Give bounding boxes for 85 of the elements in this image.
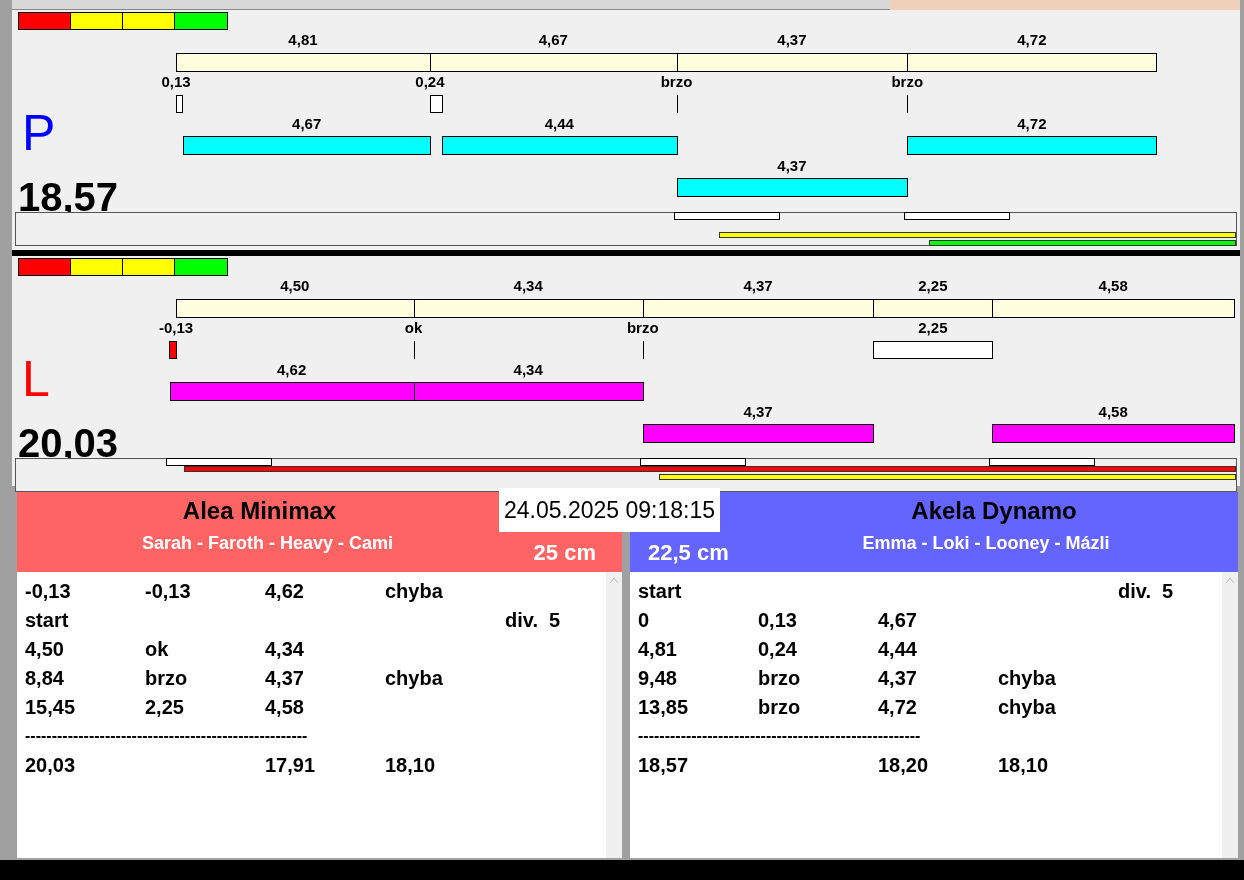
table-cell-text: 4,50 — [25, 636, 65, 662]
table-cell-text: 0,13 — [758, 607, 798, 633]
team-name: Akela Dynamo — [911, 496, 1077, 526]
table-cell-text: start — [25, 607, 70, 633]
dog-names: Sarah - Faroth - Heavy - Cami — [141, 532, 394, 555]
time-label: 4,37 — [777, 32, 807, 48]
time-label: 4,37 — [777, 158, 807, 174]
table-cell-text: 4,34 — [265, 636, 305, 662]
table-cell-text: brzo — [758, 665, 802, 691]
height-class: 22,5 cm — [648, 539, 729, 567]
table-cell-text: 4,62 — [265, 578, 305, 604]
table-cell-text: 4,81 — [638, 636, 678, 662]
table-cell-text: -0,13 — [25, 578, 72, 604]
time-label: 4,72 — [1017, 32, 1047, 48]
time-label: 0,13 — [161, 74, 191, 90]
table-cell-text: 2,25 — [145, 694, 185, 720]
time-label: brzo — [626, 320, 659, 336]
time-label: 4,37 — [743, 404, 773, 420]
time-label: -0,13 — [158, 320, 194, 336]
table-cell-text: 4,72 — [878, 694, 918, 720]
table-cell-text: start — [638, 578, 683, 604]
table-cell-text: ----------------------------------------------------- — [638, 725, 922, 746]
table-cell-text: 4,37 — [878, 665, 918, 691]
table-cell-text: 18,20 — [878, 752, 930, 778]
time-label: 4,81 — [288, 32, 318, 48]
table-cell-text: 0,24 — [758, 636, 798, 662]
time-label: ok — [404, 320, 423, 336]
time-label: 4,50 — [280, 278, 310, 294]
table-cell-text: 9,48 — [638, 665, 678, 691]
time-label: 4,72 — [1017, 116, 1047, 132]
time-label: 4,67 — [538, 32, 568, 48]
table-cell-text: 13,85 — [638, 694, 690, 720]
gap-marker — [176, 95, 183, 113]
height-class: 25 cm — [533, 539, 596, 567]
table-cell-text: -0,13 — [145, 578, 192, 604]
team-name: Alea Minimax — [182, 496, 337, 526]
time-label: 4,44 — [544, 116, 574, 132]
table-cell-text: 18,10 — [385, 752, 437, 778]
time-label: 4,58 — [1098, 278, 1128, 294]
gap-marker — [429, 95, 443, 113]
lane-letter: P — [22, 108, 56, 158]
time-label: 2,25 — [918, 320, 948, 336]
tick-marker — [676, 95, 678, 113]
time-label: 0,24 — [415, 74, 445, 90]
tick-marker — [413, 341, 415, 359]
scrollbar[interactable] — [1222, 572, 1238, 858]
scrollbar[interactable] — [606, 572, 622, 858]
lane-total: 20,03 — [18, 423, 119, 463]
time-label: 4,34 — [513, 362, 543, 378]
table-cell-text: ok — [145, 636, 170, 662]
table-cell-text: 4,58 — [265, 694, 305, 720]
time-label: brzo — [891, 74, 924, 90]
tick-marker — [642, 341, 644, 359]
table-cell-text: ----------------------------------------------------- — [25, 725, 309, 746]
time-label: 4,37 — [743, 278, 773, 294]
lane-letter: L — [22, 354, 50, 404]
time-label: brzo — [660, 74, 693, 90]
time-label: 4,34 — [513, 278, 543, 294]
table-cell-text: chyba — [385, 578, 444, 604]
table-cell-text: 8,84 — [25, 665, 65, 691]
tick-marker — [907, 95, 909, 113]
table-cell-text: 18,10 — [998, 752, 1050, 778]
dog-names: Emma - Loki - Looney - Mázli — [862, 532, 1110, 555]
time-label: 4,58 — [1098, 404, 1128, 420]
table-cell-text: chyba — [385, 665, 444, 691]
table-cell-text: brzo — [145, 665, 189, 691]
table-cell-text: div. 5 — [1118, 578, 1175, 604]
table-cell-text: 17,91 — [265, 752, 317, 778]
table-cell-text: chyba — [998, 694, 1057, 720]
table-cell-text: 20,03 — [25, 752, 77, 778]
table-cell-text: div. 5 — [505, 607, 562, 633]
table-cell-text: chyba — [998, 665, 1057, 691]
table-cell-text: 18,57 — [638, 752, 690, 778]
table-cell-text: 4,37 — [265, 665, 305, 691]
table-cell-text: 4,44 — [878, 636, 918, 662]
table-cell-text: 0 — [638, 607, 651, 633]
table-cell-text: brzo — [758, 694, 802, 720]
date-time: 24.05.2025 09:18:15 — [499, 488, 721, 532]
early-marker — [169, 341, 177, 359]
table-cell-text: 15,45 — [25, 694, 77, 720]
time-label: 4,62 — [277, 362, 307, 378]
time-label: 4,67 — [292, 116, 322, 132]
lane-total: 18,57 — [18, 177, 119, 217]
time-label: 2,25 — [918, 278, 948, 294]
table-cell-text: 4,67 — [878, 607, 918, 633]
